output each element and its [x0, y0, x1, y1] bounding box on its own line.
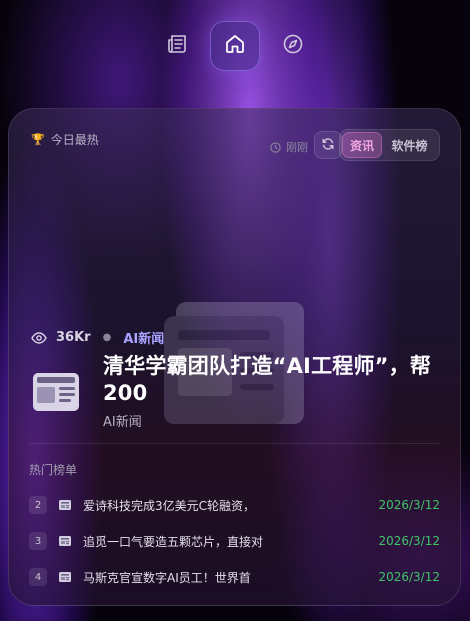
featured-headline[interactable]: 清华学霸团队打造“AI工程师”，帮200	[103, 353, 443, 407]
hot-today-card: 🏆 今日最热 刚刚 资讯 软件榜 36Kr ● AI新闻 清华学霸团队打造“AI…	[8, 108, 461, 606]
featured-category[interactable]: AI新闻	[123, 328, 164, 347]
list-item-title: 马斯克官宣数字AI员工！世界首	[83, 570, 251, 585]
featured-meta: 36Kr ● AI新闻	[31, 328, 164, 347]
list-item[interactable]: 4 马斯克官宣数字AI员工！世界首 2026/3/12	[29, 559, 440, 595]
nav-explore-button[interactable]	[268, 21, 318, 71]
nav-news-button[interactable]	[152, 21, 202, 71]
list-item-date: 2026/3/12	[378, 570, 440, 584]
featured-subtitle: AI新闻	[103, 415, 142, 430]
list-item-title: 爱诗科技完成3亿美元C轮融资，	[83, 498, 256, 513]
last-updated-label: 刚刚	[286, 141, 308, 154]
category-switch: 资讯 软件榜	[339, 129, 440, 161]
newspaper-thumbnail-icon	[33, 373, 79, 411]
rank-badge: 2	[29, 496, 47, 514]
list-item-date: 2026/3/12	[378, 534, 440, 548]
list-item[interactable]: 3 追觅一口气要造五颗芯片，直接对 2026/3/12	[29, 523, 440, 559]
hot-title-label: 今日最热	[50, 133, 99, 147]
article-icon	[59, 572, 71, 582]
meta-separator: ●	[102, 332, 112, 343]
last-updated: 刚刚	[270, 139, 308, 155]
tab-software-ranking[interactable]: 软件榜	[382, 132, 437, 158]
tab-news[interactable]: 资讯	[342, 132, 382, 158]
list-item[interactable]: 2 爱诗科技完成3亿美元C轮融资， 2026/3/12	[29, 487, 440, 523]
list-item-title: 追觅一口气要造五颗芯片，直接对	[83, 534, 264, 549]
ranking-list-title: 热门榜单	[29, 463, 78, 477]
newspaper-icon	[165, 32, 189, 60]
trophy-icon: 🏆	[31, 133, 45, 146]
refresh-button[interactable]	[314, 131, 342, 159]
hot-title: 🏆 今日最热	[31, 131, 99, 148]
article-icon	[59, 500, 71, 510]
top-nav	[0, 21, 470, 71]
refresh-icon	[321, 136, 335, 155]
list-item-date: 2026/3/12	[378, 498, 440, 512]
rank-badge: 3	[29, 532, 47, 550]
app-background: 🏆 今日最热 刚刚 资讯 软件榜 36Kr ● AI新闻 清华学霸团队打造“AI…	[0, 0, 470, 621]
compass-icon	[281, 32, 305, 60]
featured-source: 36Kr	[56, 330, 91, 345]
clock-icon	[270, 141, 281, 153]
article-icon	[59, 536, 71, 546]
eye-icon	[31, 330, 47, 346]
card-header: 🏆 今日最热 刚刚 资讯 软件榜	[31, 129, 440, 161]
nav-home-button[interactable]	[210, 21, 260, 71]
home-icon	[223, 32, 247, 60]
section-divider	[29, 443, 440, 444]
rank-badge: 4	[29, 568, 47, 586]
ranking-list: 2 爱诗科技完成3亿美元C轮融资， 2026/3/12 3 追觅一口气要造五颗芯…	[29, 487, 440, 595]
